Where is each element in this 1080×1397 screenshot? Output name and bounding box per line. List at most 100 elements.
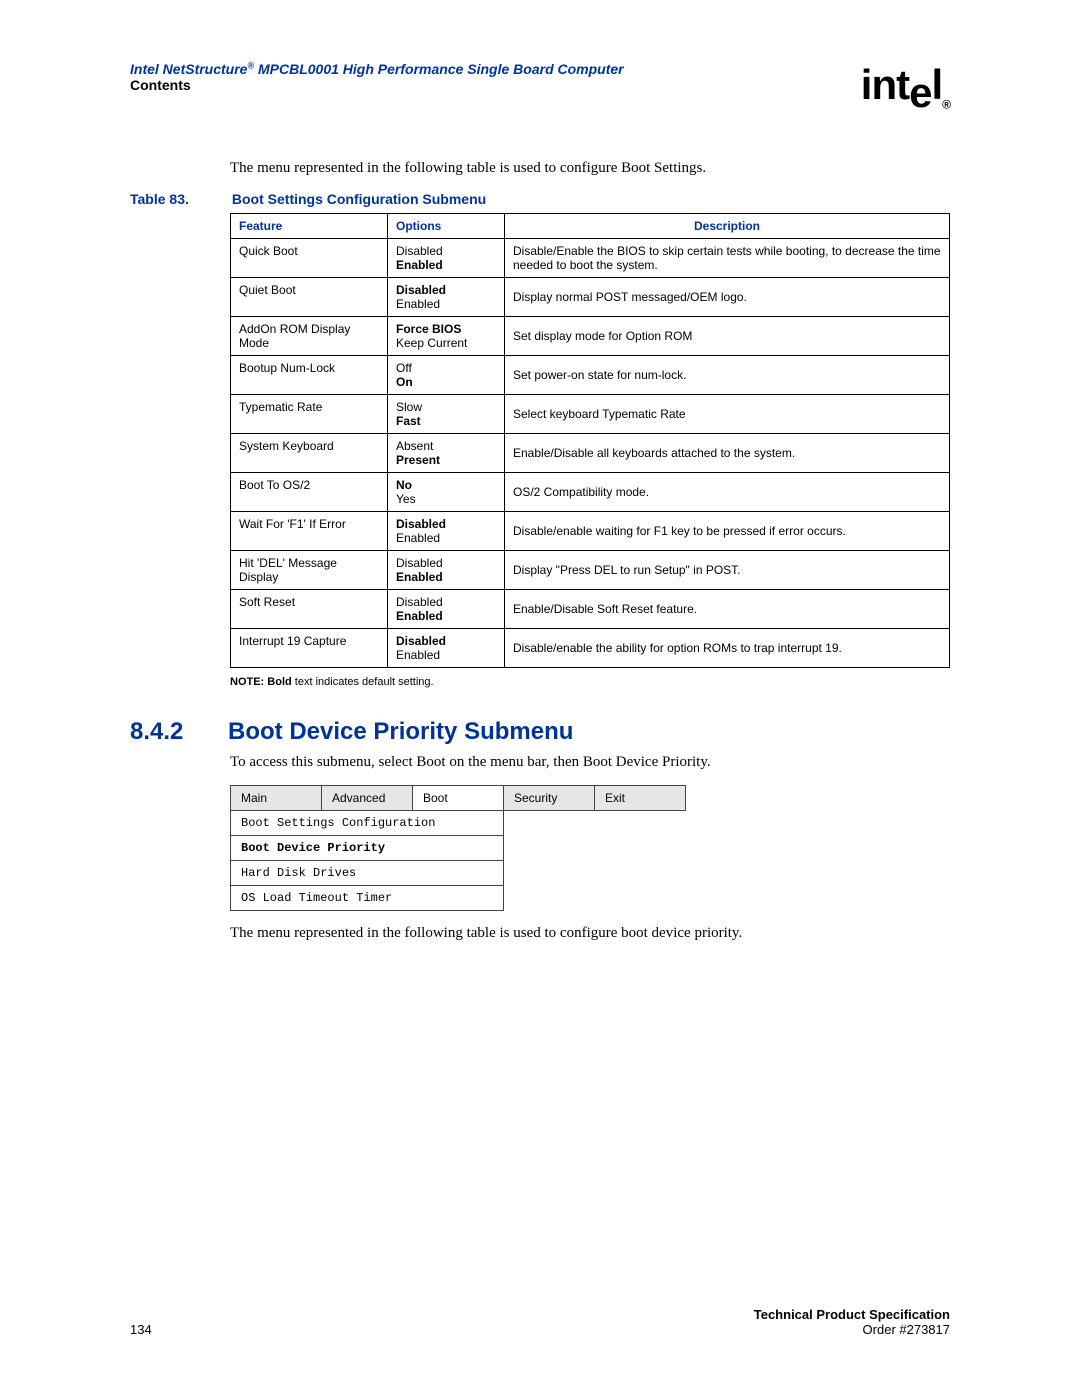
option-value: Enabled (396, 648, 496, 662)
feature-cell: Wait For 'F1' If Error (231, 512, 388, 551)
table-row: Quick BootDisabledEnabledDisable/Enable … (231, 239, 950, 278)
bios-menu-item: Boot Device Priority (231, 836, 504, 861)
boot-settings-table: Feature Options Description Quick BootDi… (230, 213, 950, 668)
description-cell: Disable/enable the ability for option RO… (505, 629, 950, 668)
option-value: Off (396, 361, 496, 375)
option-value: Enabled (396, 531, 496, 545)
description-cell: Disable/Enable the BIOS to skip certain … (505, 239, 950, 278)
bios-menu-diagram: MainAdvancedBootSecurityExit Boot Settin… (230, 785, 686, 911)
option-value: Disabled (396, 595, 496, 609)
table-row: AddOn ROM Display ModeForce BIOSKeep Cur… (231, 317, 950, 356)
doc-title: Intel NetStructure® MPCBL0001 High Perfo… (130, 61, 624, 77)
options-cell: DisabledEnabled (388, 590, 505, 629)
options-cell: DisabledEnabled (388, 239, 505, 278)
description-cell: Enable/Disable all keyboards attached to… (505, 434, 950, 473)
option-value: Disabled (396, 556, 496, 570)
bios-menu-item: Boot Settings Configuration (231, 811, 504, 836)
description-cell: OS/2 Compatibility mode. (505, 473, 950, 512)
logo-reg: ® (942, 97, 950, 111)
table-row: Interrupt 19 CaptureDisabledEnabledDisab… (231, 629, 950, 668)
table-note: NOTE: Bold text indicates default settin… (230, 676, 950, 688)
table-title: Boot Settings Configuration Submenu (232, 191, 486, 207)
option-value: Slow (396, 400, 496, 414)
options-cell: OffOn (388, 356, 505, 395)
col-description: Description (505, 214, 950, 239)
section-heading: 8.4.2Boot Device Priority Submenu (130, 718, 950, 746)
bios-menu-item: OS Load Timeout Timer (231, 886, 504, 911)
header-text: Intel NetStructure® MPCBL0001 High Perfo… (130, 60, 861, 93)
options-cell: Force BIOSKeep Current (388, 317, 505, 356)
option-value: Disabled (396, 634, 496, 648)
table-row: Hit 'DEL' Message DisplayDisabledEnabled… (231, 551, 950, 590)
page-header: Intel NetStructure ® MPCBL0001 High Perfo… (130, 60, 950, 110)
feature-cell: Quiet Boot (231, 278, 388, 317)
title-pre: Intel NetStructure (130, 61, 247, 77)
option-value: Enabled (396, 609, 496, 623)
options-cell: DisabledEnabled (388, 512, 505, 551)
closing-paragraph: The menu represented in the following ta… (230, 925, 950, 942)
table-number: Table 83. (130, 191, 228, 207)
feature-cell: Interrupt 19 Capture (231, 629, 388, 668)
page-number: 134 (130, 1322, 152, 1337)
feature-cell: Quick Boot (231, 239, 388, 278)
option-value: Disabled (396, 283, 496, 297)
note-prefix: NOTE: (230, 676, 264, 688)
table-row: Typematic RateSlowFastSelect keyboard Ty… (231, 395, 950, 434)
option-value: Force BIOS (396, 322, 496, 336)
col-options: Options (388, 214, 505, 239)
options-cell: DisabledEnabled (388, 551, 505, 590)
options-cell: DisabledEnabled (388, 278, 505, 317)
option-value: Disabled (396, 517, 496, 531)
option-value: Enabled (396, 570, 496, 584)
options-cell: DisabledEnabled (388, 629, 505, 668)
table-row: System KeyboardAbsentPresentEnable/Disab… (231, 434, 950, 473)
bios-tab: Security (504, 786, 595, 811)
bios-tab: Boot (413, 786, 504, 811)
option-value: Disabled (396, 244, 496, 258)
page: Intel NetStructure ® MPCBL0001 High Perfo… (0, 0, 1080, 1397)
option-value: Yes (396, 492, 496, 506)
feature-cell: AddOn ROM Display Mode (231, 317, 388, 356)
note-rest: text indicates default setting. (292, 676, 434, 688)
option-value: Enabled (396, 258, 496, 272)
intel-logo: intel® (861, 60, 950, 110)
footer-order: Order #273817 (754, 1322, 950, 1337)
table-row: Quiet BootDisabledEnabledDisplay normal … (231, 278, 950, 317)
note-bold: Bold (264, 676, 292, 688)
description-cell: Set power-on state for num-lock. (505, 356, 950, 395)
bios-tab: Main (231, 786, 322, 811)
table-row: Bootup Num-LockOffOnSet power-on state f… (231, 356, 950, 395)
feature-cell: System Keyboard (231, 434, 388, 473)
option-value: Fast (396, 414, 496, 428)
intro-paragraph: The menu represented in the following ta… (230, 160, 950, 177)
title-post: MPCBL0001 High Performance Single Board … (254, 61, 624, 77)
footer-spec: Technical Product Specification (754, 1307, 950, 1322)
table-caption: Table 83. Boot Settings Configuration Su… (130, 191, 950, 207)
bios-menu-item: Hard Disk Drives (231, 861, 504, 886)
option-value: On (396, 375, 496, 389)
options-cell: AbsentPresent (388, 434, 505, 473)
feature-cell: Bootup Num-Lock (231, 356, 388, 395)
description-cell: Disable/enable waiting for F1 key to be … (505, 512, 950, 551)
table-row: Boot To OS/2NoYesOS/2 Compatibility mode… (231, 473, 950, 512)
description-cell: Display "Press DEL to run Setup" in POST… (505, 551, 950, 590)
section-intro: To access this submenu, select Boot on t… (230, 754, 950, 771)
contents-label: Contents (130, 77, 191, 93)
page-footer: 134 Technical Product Specification Orde… (130, 1307, 950, 1337)
option-value: Keep Current (396, 336, 496, 350)
description-cell: Display normal POST messaged/OEM logo. (505, 278, 950, 317)
description-cell: Select keyboard Typematic Rate (505, 395, 950, 434)
bios-tab: Exit (595, 786, 686, 811)
feature-cell: Hit 'DEL' Message Display (231, 551, 388, 590)
table-row: Wait For 'F1' If ErrorDisabledEnabledDis… (231, 512, 950, 551)
option-value: Absent (396, 439, 496, 453)
feature-cell: Boot To OS/2 (231, 473, 388, 512)
option-value: Present (396, 453, 496, 467)
section-title: Boot Device Priority Submenu (228, 718, 573, 745)
options-cell: SlowFast (388, 395, 505, 434)
footer-right: Technical Product Specification Order #2… (754, 1307, 950, 1337)
section-number: 8.4.2 (130, 718, 228, 746)
table-row: Soft ResetDisabledEnabledEnable/Disable … (231, 590, 950, 629)
bios-tab: Advanced (322, 786, 413, 811)
description-cell: Set display mode for Option ROM (505, 317, 950, 356)
